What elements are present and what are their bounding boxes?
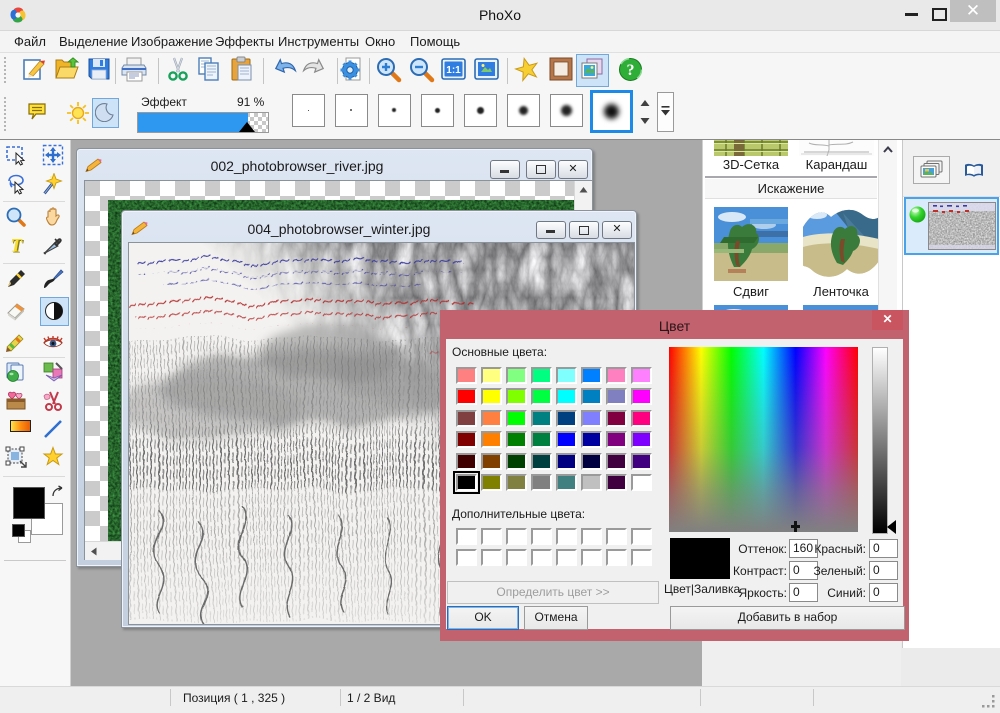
svg-text:T: T <box>10 236 23 257</box>
svg-text:1:1: 1:1 <box>446 65 461 76</box>
svg-text:?: ? <box>627 62 635 79</box>
